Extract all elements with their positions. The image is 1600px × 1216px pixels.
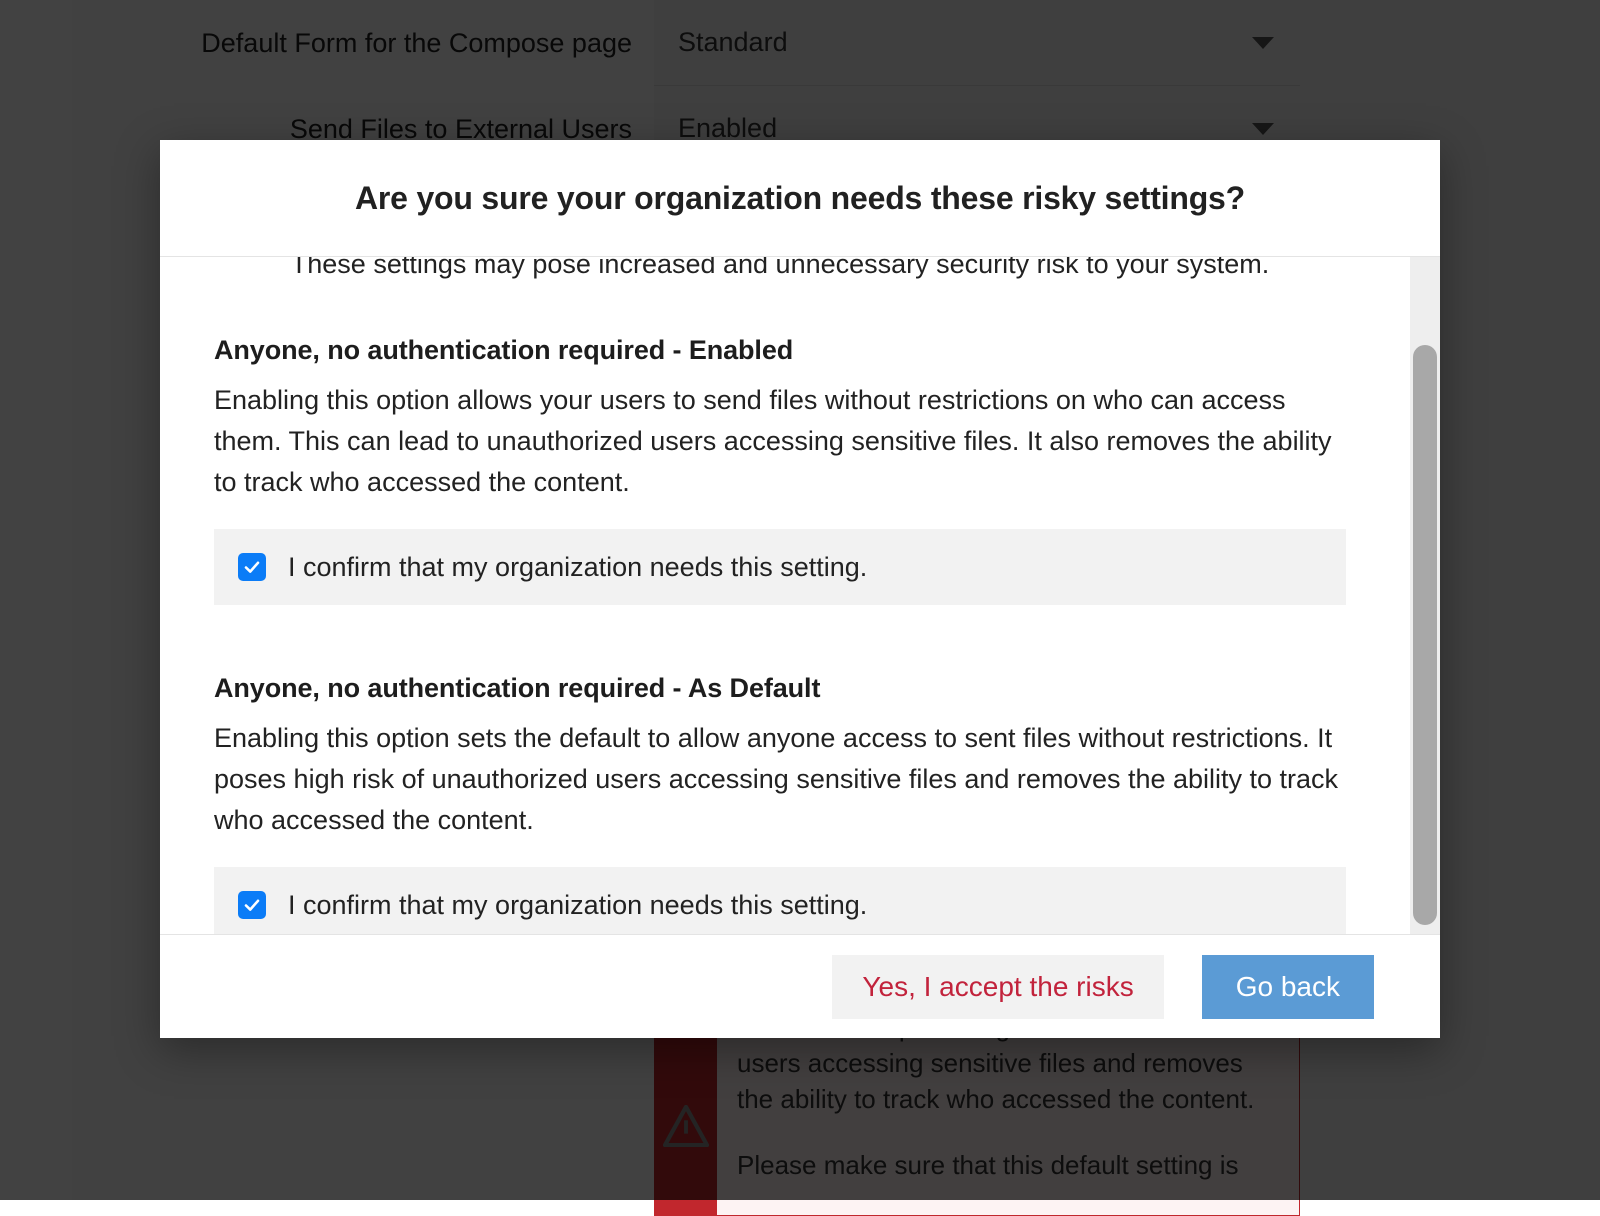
dialog-title: Are you sure your organization needs the… [355, 180, 1245, 217]
dialog-scrollbar-track[interactable] [1410, 257, 1440, 934]
dialog-intro-text: These settings may pose increased and un… [214, 257, 1346, 283]
risk-description-1: Enabling this option sets the default to… [214, 718, 1346, 841]
checkmark-icon [242, 895, 262, 915]
checkmark-icon [242, 557, 262, 577]
confirm-label-1: I confirm that my organization needs thi… [288, 890, 867, 921]
risk-block-1: Anyone, no authentication required - As … [214, 673, 1346, 934]
confirm-checkbox-0[interactable] [238, 553, 266, 581]
confirm-row-0[interactable]: I confirm that my organization needs thi… [214, 529, 1346, 605]
risk-description-0: Enabling this option allows your users t… [214, 380, 1346, 503]
dialog-scrollable-body[interactable]: These settings may pose increased and un… [160, 257, 1440, 934]
dialog-footer: Yes, I accept the risks Go back [160, 934, 1440, 1038]
dialog-header: Are you sure your organization needs the… [160, 140, 1440, 257]
risky-settings-confirmation-dialog: Are you sure your organization needs the… [160, 140, 1440, 1038]
confirm-row-1[interactable]: I confirm that my organization needs thi… [214, 867, 1346, 934]
risk-heading-1: Anyone, no authentication required - As … [214, 673, 1346, 704]
accept-risks-button[interactable]: Yes, I accept the risks [832, 955, 1163, 1019]
risk-heading-0: Anyone, no authentication required - Ena… [214, 335, 1346, 366]
dialog-scrollbar-thumb[interactable] [1413, 345, 1437, 925]
go-back-button[interactable]: Go back [1202, 955, 1374, 1019]
confirm-checkbox-1[interactable] [238, 891, 266, 919]
confirm-label-0: I confirm that my organization needs thi… [288, 552, 867, 583]
risk-block-0: Anyone, no authentication required - Ena… [214, 335, 1346, 605]
dialog-body-content: These settings may pose increased and un… [160, 257, 1400, 934]
